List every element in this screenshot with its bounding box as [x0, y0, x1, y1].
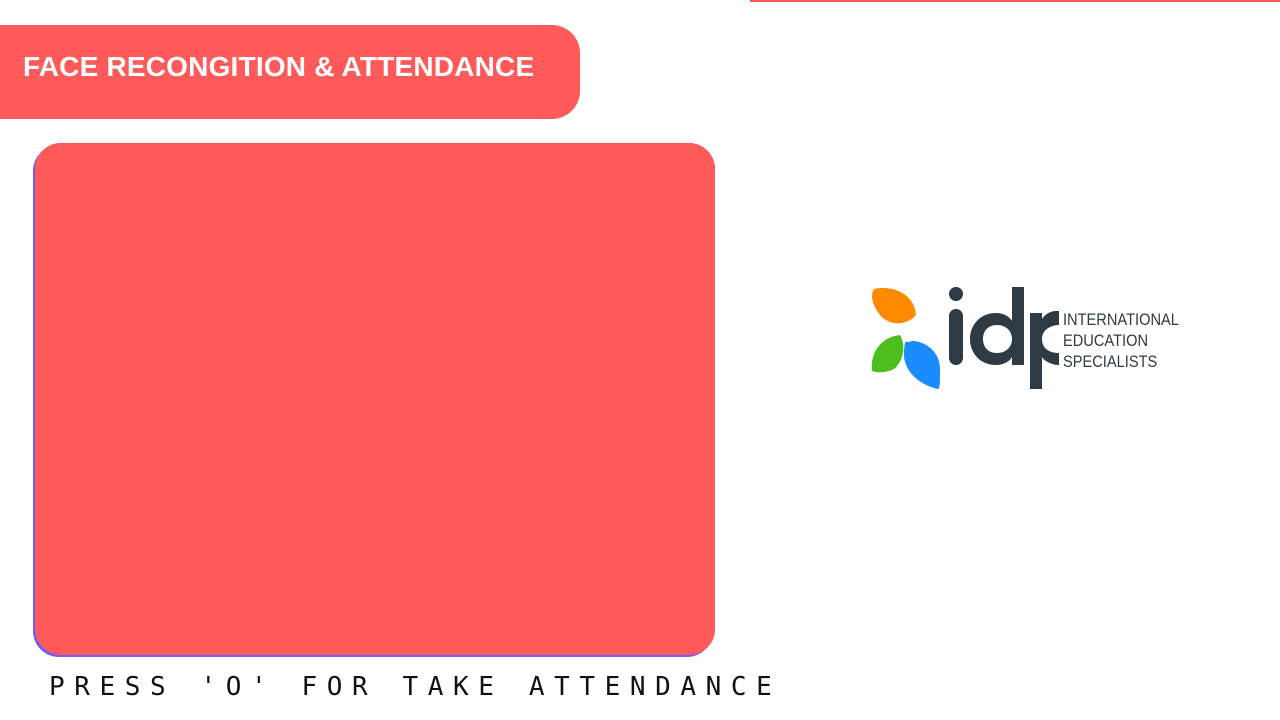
- title-banner: FACE RECONGITION & ATTENDANCE: [0, 25, 580, 119]
- attendance-instruction: PRESS 'O' FOR TAKE ATTENDANCE: [49, 672, 782, 702]
- tagline-line-1: INTERNATIONAL: [1063, 310, 1179, 329]
- tagline-line-2: EDUCATION: [1063, 331, 1149, 350]
- idp-petal-icon: [871, 288, 940, 389]
- idp-tagline: INTERNATIONAL EDUCATION SPECIALISTS: [1063, 309, 1179, 372]
- camera-feed-area: [35, 143, 715, 655]
- page-title: FACE RECONGITION & ATTENDANCE: [23, 51, 535, 82]
- tagline-line-3: SPECIALISTS: [1063, 352, 1158, 371]
- idp-logo: INTERNATIONAL EDUCATION SPECIALISTS: [868, 285, 1188, 395]
- top-accent-rule: [750, 0, 1280, 2]
- idp-wordmark: [949, 287, 1059, 389]
